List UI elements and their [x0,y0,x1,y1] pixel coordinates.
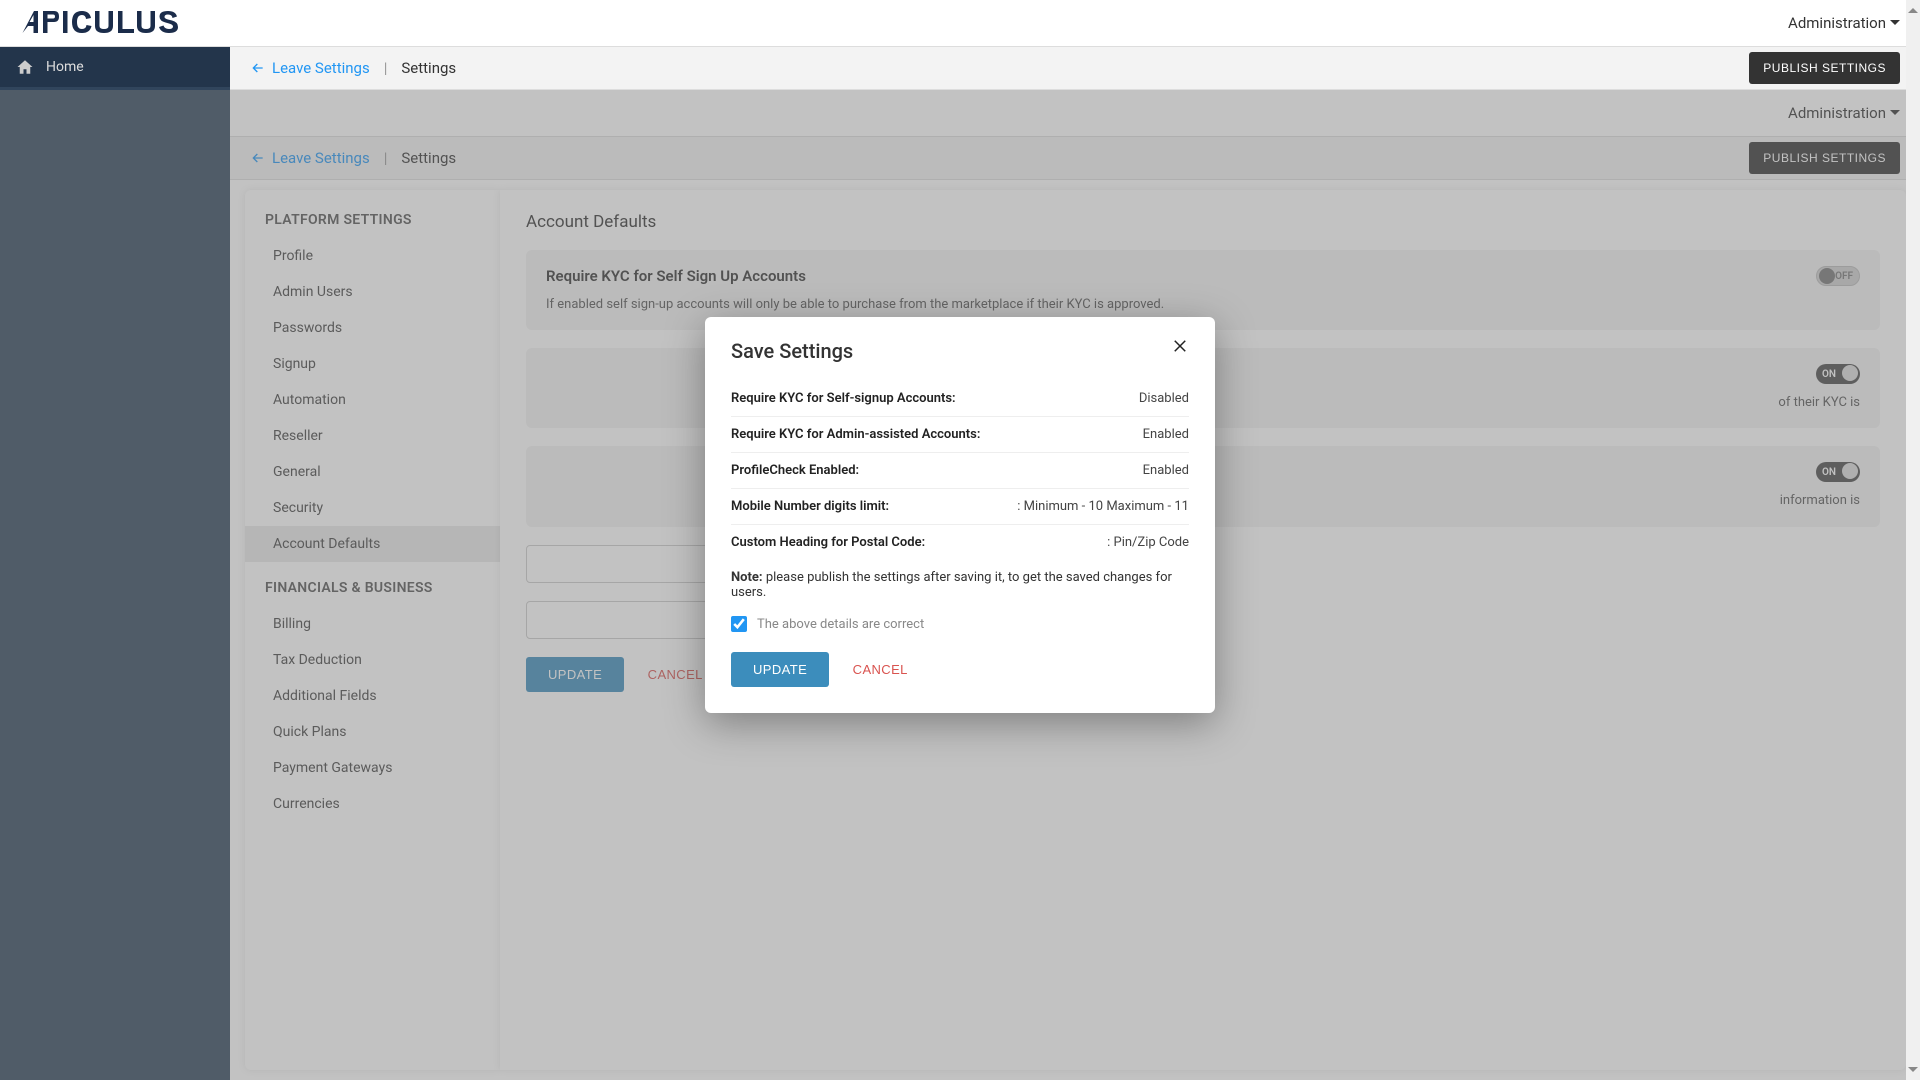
settings-item-additional-fields[interactable]: Additional Fields [245,678,500,714]
settings-item-tax[interactable]: Tax Deduction [245,642,500,678]
settings-item-security[interactable]: Security [245,490,500,526]
content-update-button[interactable]: UPDATE [526,657,624,692]
inner-administration-dropdown[interactable]: Administration [1788,104,1900,122]
breadcrumb-bar: Leave Settings | Settings PUBLISH SETTIN… [0,47,1920,90]
settings-item-automation[interactable]: Automation [245,382,500,418]
settings-item-quick-plans[interactable]: Quick Plans [245,714,500,750]
modal-row-key: Custom Heading for Postal Code: [731,535,925,550]
toggle-knob [1842,463,1858,479]
app-header: Administration [0,0,1920,47]
modal-row-key: Require KYC for Admin-assisted Accounts: [731,427,980,442]
vertical-scrollbar[interactable] [1906,0,1920,1080]
modal-update-button[interactable]: UPDATE [731,652,829,687]
settings-item-account-defaults[interactable]: Account Defaults [245,526,500,562]
modal-row: Custom Heading for Postal Code: : Pin/Zi… [731,525,1189,560]
breadcrumb-separator: | [384,59,388,77]
leave-settings-text: Leave Settings [272,59,370,77]
modal-close-button[interactable] [1171,337,1193,359]
modal-row-val: : Minimum - 10 Maximum - 11 [1017,499,1189,514]
inner-breadcrumb-current: Settings [401,149,456,167]
card-title [546,463,550,481]
settings-item-signup[interactable]: Signup [245,346,500,382]
card-desc: If enabled self sign-up accounts will on… [546,296,1860,314]
close-icon [1171,337,1189,355]
primary-sidebar: Home [0,47,230,1080]
administration-label: Administration [1788,14,1886,32]
toggle-label: ON [1822,369,1836,380]
leave-settings-link[interactable]: Leave Settings [250,59,370,77]
card-title [546,365,550,383]
modal-row-key: Require KYC for Self-signup Accounts: [731,391,956,406]
modal-note-text: please publish the settings after saving… [731,570,1172,600]
confirm-checkbox-label: The above details are correct [757,617,924,632]
inner-leave-text: Leave Settings [272,149,370,167]
breadcrumb-separator: | [384,149,388,167]
content-cancel-button[interactable]: CANCEL [648,667,703,682]
sidebar-item-home[interactable]: Home [0,47,230,87]
modal-row: Require KYC for Self-signup Accounts: Di… [731,381,1189,417]
toggle-label: ON [1822,467,1836,478]
inner-breadcrumb: Leave Settings | Settings [250,149,456,167]
arrow-left-icon [250,60,266,76]
toggle-kyc-self[interactable]: OFF [1816,266,1860,286]
inner-publish-button[interactable]: PUBLISH SETTINGS [1749,142,1900,174]
inner-leave-settings-link[interactable]: Leave Settings [250,149,370,167]
settings-item-billing[interactable]: Billing [245,606,500,642]
settings-sidepanel: PLATFORM SETTINGS Profile Admin Users Pa… [245,190,500,1070]
scrollbar-up[interactable] [1906,0,1920,16]
inner-header: Administration [0,90,1920,137]
breadcrumb: Leave Settings | Settings [250,59,456,77]
modal-row-key: ProfileCheck Enabled: [731,463,859,478]
toggle-knob [1842,365,1858,381]
toggle-profile-check[interactable]: ON [1816,462,1860,482]
modal-row-key: Mobile Number digits limit: [731,499,889,514]
toggle-kyc-admin[interactable]: ON [1816,364,1860,384]
settings-item-admin-users[interactable]: Admin Users [245,274,500,310]
modal-row-val: Enabled [1143,427,1189,442]
breadcrumb-current: Settings [401,59,456,77]
sidebar-label: Home [46,59,84,75]
modal-row-val: Disabled [1139,391,1189,406]
modal-row: Require KYC for Admin-assisted Accounts:… [731,417,1189,453]
arrow-left-icon [250,150,266,166]
modal-title: Save Settings [731,339,1189,363]
modal-row: ProfileCheck Enabled: Enabled [731,453,1189,489]
inner-admin-label: Administration [1788,104,1886,122]
settings-item-general[interactable]: General [245,454,500,490]
settings-item-profile[interactable]: Profile [245,238,500,274]
scrollbar-down[interactable] [1906,1064,1920,1080]
content-title: Account Defaults [526,212,1880,232]
settings-heading-platform: PLATFORM SETTINGS [245,208,500,238]
brand-logo [20,8,200,38]
settings-item-currencies[interactable]: Currencies [245,786,500,822]
settings-item-passwords[interactable]: Passwords [245,310,500,346]
save-settings-modal: Save Settings Require KYC for Self-signu… [705,317,1215,713]
modal-cancel-button[interactable]: CANCEL [853,662,908,677]
modal-note: Note: please publish the settings after … [731,570,1189,600]
caret-down-icon [1890,20,1900,30]
caret-down-icon [1890,110,1900,120]
toggle-knob [1819,268,1835,284]
administration-dropdown[interactable]: Administration [1788,14,1900,32]
settings-heading-financials: FINANCIALS & BUSINESS [245,576,500,606]
settings-item-payment-gateways[interactable]: Payment Gateways [245,750,500,786]
publish-settings-button[interactable]: PUBLISH SETTINGS [1749,52,1900,84]
settings-item-reseller[interactable]: Reseller [245,418,500,454]
modal-row-val: : Pin/Zip Code [1107,535,1189,550]
modal-note-label: Note: [731,570,763,585]
modal-confirm-checkbox[interactable]: The above details are correct [731,616,1189,632]
modal-row: Mobile Number digits limit: : Minimum - … [731,489,1189,525]
modal-actions: UPDATE CANCEL [731,652,1189,687]
inner-breadcrumb-bar: Leave Settings | Settings PUBLISH SETTIN… [0,137,1920,180]
confirm-checkbox-input[interactable] [731,616,747,632]
modal-row-val: Enabled [1143,463,1189,478]
home-icon [16,58,34,76]
toggle-label: OFF [1835,271,1853,282]
card-title: Require KYC for Self Sign Up Accounts [546,267,806,285]
